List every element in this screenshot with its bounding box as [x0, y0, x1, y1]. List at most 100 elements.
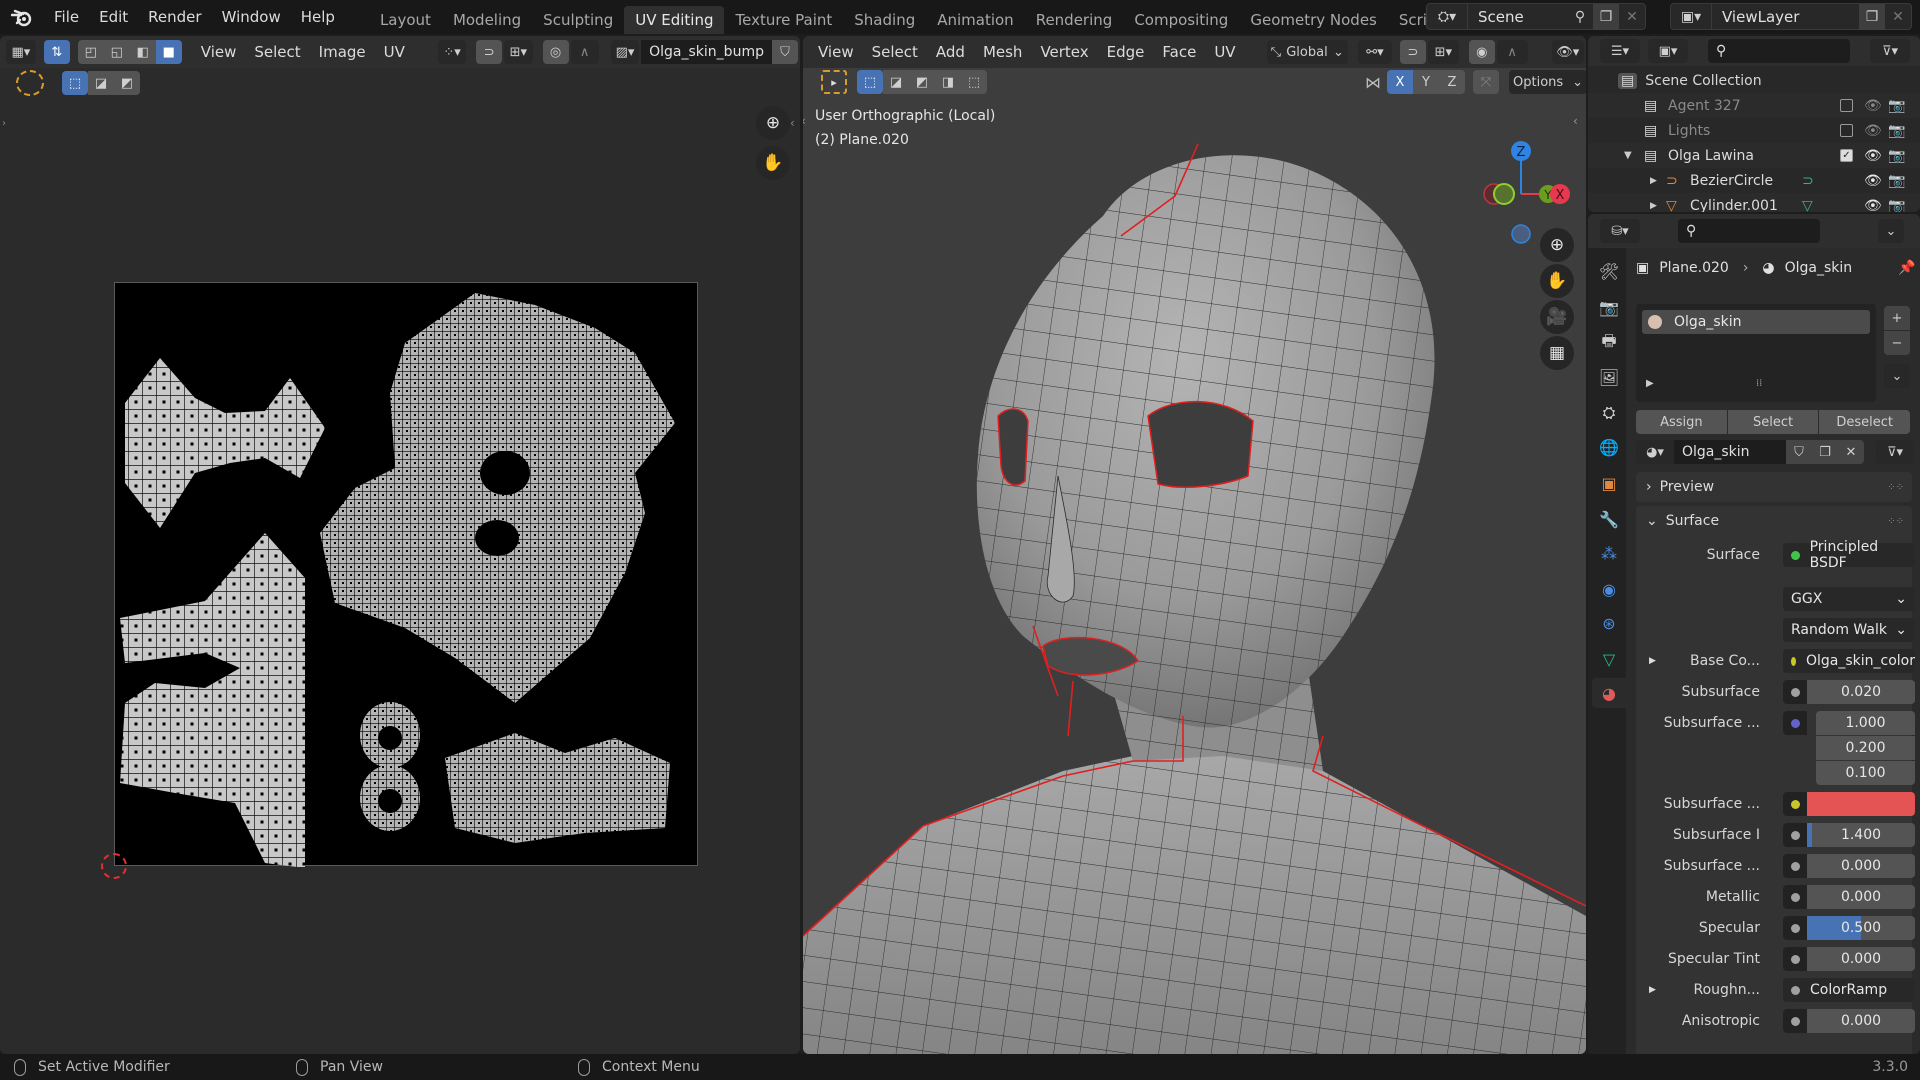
uv-menu-image[interactable]: Image — [310, 43, 375, 61]
distribution-dropdown[interactable]: GGX ⌄ — [1783, 587, 1915, 611]
vector-component-field[interactable]: 0.100 — [1816, 761, 1915, 785]
workspace-tab-sculpting[interactable]: Sculpting — [532, 6, 624, 34]
socket-button[interactable] — [1783, 823, 1807, 847]
socket-button[interactable] — [1783, 885, 1807, 909]
visibility-eye-icon[interactable]: 👁 — [1864, 123, 1882, 139]
uv-select-vertex-button[interactable]: ◰ — [77, 40, 104, 64]
falloff-button[interactable]: ∧ — [570, 40, 599, 64]
outliner-item-name[interactable]: Olga Lawina — [1668, 148, 1754, 164]
workspace-tab-animation[interactable]: Animation — [926, 6, 1024, 34]
output-tab-icon[interactable]: 🖶 — [1594, 328, 1624, 358]
select-new-button[interactable]: ⬚ — [62, 71, 88, 95]
number-field[interactable]: 0.000 — [1807, 854, 1915, 878]
menu-window[interactable]: Window — [212, 0, 291, 34]
outliner-item-name[interactable]: Cylinder.001 — [1690, 198, 1778, 213]
fake-user-button[interactable]: ⛉ — [771, 40, 798, 64]
menu-help[interactable]: Help — [291, 0, 345, 34]
new-scene-icon[interactable]: ❐ — [1593, 3, 1619, 30]
uv-island-ear[interactable] — [125, 358, 325, 528]
select-button[interactable]: Select — [1727, 410, 1819, 434]
add-slot-button[interactable]: + — [1884, 306, 1910, 330]
socket-button[interactable] — [1783, 854, 1807, 878]
socket-button[interactable] — [1783, 1009, 1807, 1033]
particles-tab-icon[interactable]: ⁂ — [1594, 538, 1624, 568]
expand-arrow-icon[interactable]: ▶ — [1650, 201, 1657, 211]
options-chevron[interactable]: ⌄ — [1878, 219, 1904, 243]
object-tab-icon[interactable]: ▣ — [1594, 468, 1624, 498]
outliner-item[interactable]: ▶ ⊃ BezierCircle ⊃ 👁 📷 — [1588, 168, 1920, 193]
zoom-icon[interactable]: ⊕ — [1540, 228, 1574, 262]
outliner-item-name[interactable]: Lights — [1668, 123, 1710, 139]
fake-user-button[interactable]: ⛉ — [1786, 440, 1812, 464]
tool-tab-icon[interactable]: 🛠 — [1594, 256, 1624, 286]
proportional-edit-toggle[interactable]: ◎ — [542, 40, 569, 64]
constraints-tab-icon[interactable]: ⊛ — [1594, 608, 1624, 638]
pan-hand-icon[interactable]: ✋ — [756, 146, 790, 180]
workspace-tab-uv-editing[interactable]: UV Editing — [624, 6, 725, 34]
number-field[interactable]: 0.000 — [1807, 1009, 1915, 1033]
drag-handle-icon[interactable]: ⁘⁘ — [1887, 482, 1904, 493]
material-slot-list[interactable]: Olga_skin ▶ ⁞⁞ — [1636, 304, 1876, 402]
sync-selection-toggle[interactable]: ⇅ — [43, 40, 70, 64]
workspace-tab-geometry-nodes[interactable]: Geometry Nodes — [1239, 6, 1388, 34]
curve-data-icon[interactable]: ⊃ — [1802, 173, 1814, 189]
surface-shader-link[interactable]: Principled BSDF — [1783, 539, 1915, 571]
number-field[interactable]: 0.000 — [1807, 947, 1915, 971]
outliner-item-name[interactable]: Agent 327 — [1668, 98, 1741, 114]
toolbar-expand-arrow[interactable]: › — [2, 118, 6, 129]
uv-menu-select[interactable]: Select — [245, 43, 309, 61]
outliner-item[interactable]: ▤ Agent 327 👁 📷 — [1588, 93, 1920, 118]
scene-name[interactable]: Scene — [1468, 8, 1524, 26]
menu-render[interactable]: Render — [138, 0, 211, 34]
outliner-item[interactable]: ▤ Lights 👁 📷 — [1588, 118, 1920, 143]
select-extend-button[interactable]: ◪ — [88, 71, 114, 95]
uv-island-torso[interactable] — [120, 533, 305, 868]
2d-cursor[interactable] — [101, 853, 127, 879]
uv-island-head[interactable] — [320, 293, 675, 703]
view-layer-tab-icon[interactable]: 🖼 — [1594, 362, 1624, 392]
world-tab-icon[interactable]: 🌐 — [1594, 432, 1624, 462]
new-viewlayer-icon[interactable]: ❐ — [1859, 3, 1885, 30]
deselect-button[interactable]: Deselect — [1819, 410, 1911, 434]
material-browse-button[interactable]: ◕▾ — [1636, 440, 1674, 464]
expand-arrow-icon[interactable]: ▶ — [1649, 656, 1656, 666]
workspace-tab-modeling[interactable]: Modeling — [442, 6, 532, 34]
image-name-field[interactable]: Olga_skin_bump — [641, 40, 772, 64]
display-mode-button[interactable]: ☰▾ — [1600, 39, 1640, 63]
workspace-tab-compositing[interactable]: Compositing — [1123, 6, 1239, 34]
number-field[interactable]: 0.020 — [1807, 680, 1915, 704]
tweak-tool-icon[interactable] — [16, 70, 44, 96]
filter-button[interactable]: ⊽▾ — [1870, 39, 1910, 63]
socket-button[interactable] — [1783, 916, 1807, 940]
snap-target-button[interactable]: ⊞▾ — [504, 40, 533, 64]
properties-search-input[interactable]: ⚲ — [1678, 219, 1820, 243]
input-link-field[interactable]: ColorRamp — [1783, 978, 1915, 1002]
outliner-item[interactable]: ▶ ▽ Cylinder.001 ▽ 👁 📷 — [1588, 193, 1920, 212]
input-link-field[interactable]: Olga_skin_color — [1783, 649, 1915, 673]
number-field[interactable]: 0.000 — [1807, 885, 1915, 909]
workspace-tab-layout[interactable]: Layout — [369, 6, 442, 34]
snap-toggle[interactable]: ⊃ — [476, 40, 503, 64]
filter-view-layer-button[interactable]: ▣▾ — [1648, 39, 1688, 63]
uv-image-canvas[interactable] — [101, 282, 698, 879]
resize-grip-icon[interactable]: ⁞⁞ — [1756, 378, 1762, 389]
scene-tab-icon[interactable]: ⛭ — [1594, 398, 1624, 428]
image-browse-button[interactable]: ▨▾ — [610, 40, 640, 64]
outliner-item[interactable]: ▼ ▤ Olga Lawina ✓ 👁 📷 — [1588, 143, 1920, 168]
pan-hand-icon[interactable]: ✋ — [1540, 264, 1574, 298]
socket-button[interactable] — [1783, 947, 1807, 971]
socket-button[interactable] — [1783, 792, 1807, 816]
render-camera-icon[interactable]: 📷 — [1888, 198, 1905, 213]
expand-arrow-icon[interactable]: ▶ — [1646, 378, 1654, 389]
render-camera-icon[interactable]: 📷 — [1888, 148, 1905, 164]
uv-menu-uv[interactable]: UV — [375, 43, 414, 61]
remove-slot-button[interactable]: − — [1884, 331, 1910, 355]
exclude-checkbox[interactable]: ✓ — [1840, 149, 1853, 162]
link-type-button[interactable]: ⊽▾ — [1876, 440, 1914, 464]
physics-tab-icon[interactable]: ◉ — [1594, 574, 1624, 604]
number-field[interactable]: 0.500 — [1807, 916, 1915, 940]
uv-menu-view[interactable]: View — [192, 43, 246, 61]
subsurface-method-dropdown[interactable]: Random Walk ⌄ — [1783, 618, 1915, 642]
vector-component-field[interactable]: 0.200 — [1816, 736, 1915, 760]
uv-select-edge-button[interactable]: ◱ — [103, 40, 130, 64]
